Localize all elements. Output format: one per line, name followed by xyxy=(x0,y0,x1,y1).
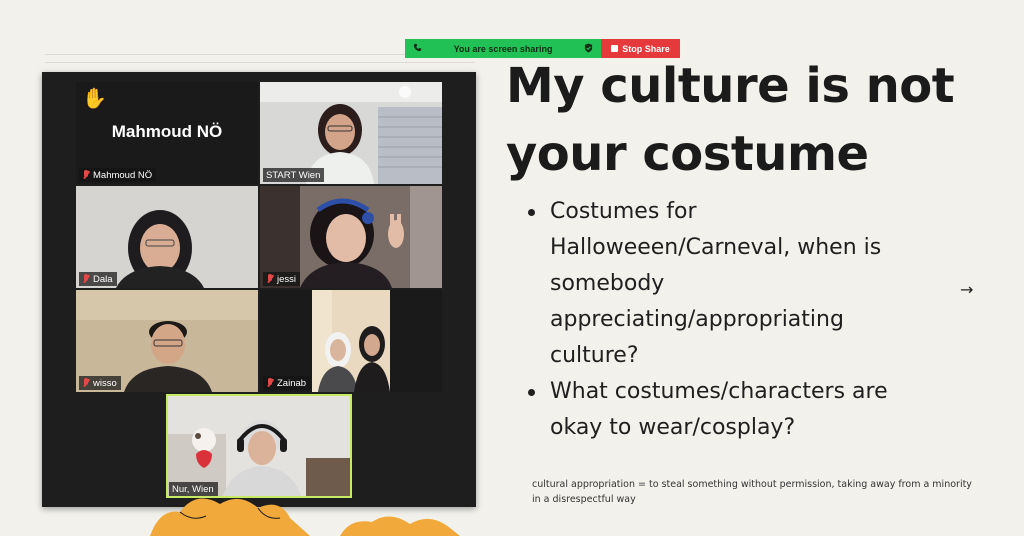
participant-name-tag: START Wien xyxy=(263,168,325,182)
participant-name: START Wien xyxy=(266,169,321,181)
participant-name-tag: wisso xyxy=(79,376,121,390)
slide-title-line: your costume xyxy=(506,126,869,182)
participant-tile-active-speaker[interactable]: Nur, Wien xyxy=(166,394,352,498)
slide-title: My culture is not your costume xyxy=(506,52,976,188)
stop-icon xyxy=(611,45,619,52)
slide-bullet: What costumes/characters are okay to wea… xyxy=(524,374,924,446)
arrow-right-icon[interactable]: → xyxy=(960,280,973,299)
video-gallery-window: ✋ Mahmoud NÖ Mahmoud NÖ START Wien Dala … xyxy=(42,72,476,507)
decorative-blob xyxy=(150,498,460,536)
mic-muted-icon xyxy=(266,274,274,284)
mic-muted-icon xyxy=(266,378,274,388)
participant-name-tag: Zainab xyxy=(263,376,311,390)
slide-bullet: Costumes for Halloweeen/Carneval, when i… xyxy=(524,194,924,374)
participant-name-tag: Dala xyxy=(79,272,117,286)
participant-display-name: Mahmoud NÖ xyxy=(111,122,223,141)
participant-name: jessi xyxy=(277,273,297,285)
mic-muted-icon xyxy=(82,170,90,180)
participant-name: Zainab xyxy=(277,377,307,389)
participant-name: Mahmoud NÖ xyxy=(93,169,153,181)
mic-muted-icon xyxy=(82,378,90,388)
slide-footnote: cultural appropriation = to steal someth… xyxy=(532,479,972,505)
mic-muted-icon xyxy=(82,274,90,284)
participant-tile[interactable]: START Wien xyxy=(260,82,442,184)
participant-tile[interactable]: Zainab xyxy=(260,290,442,392)
participant-tile[interactable]: wisso xyxy=(76,290,258,392)
participant-name-tag: Mahmoud NÖ xyxy=(79,168,157,182)
slide-title-line: My culture is not xyxy=(506,58,955,114)
participant-tile[interactable]: Dala xyxy=(76,186,258,288)
participant-name-tag: jessi xyxy=(263,272,301,286)
slide-bullet-list: Costumes for Halloweeen/Carneval, when i… xyxy=(524,194,924,446)
participant-name: wisso xyxy=(93,377,117,389)
raised-hand-icon: ✋ xyxy=(82,86,107,110)
phone-icon xyxy=(413,43,422,54)
participant-name: Dala xyxy=(93,273,113,285)
participant-tile[interactable]: jessi xyxy=(260,186,442,288)
participant-tile[interactable]: ✋ Mahmoud NÖ Mahmoud NÖ xyxy=(76,82,258,184)
slide-guide-line xyxy=(45,62,475,63)
